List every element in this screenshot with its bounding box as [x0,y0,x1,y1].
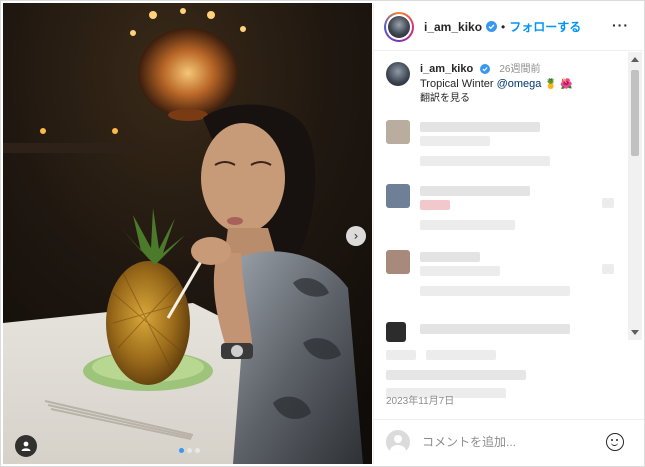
caption-emoji: 🍍 🌺 [544,79,573,90]
add-comment-bar [374,419,644,464]
translate-link[interactable]: 翻訳を見る [420,92,573,106]
post-photo[interactable]: › [3,3,372,464]
scroll-up-arrow-icon[interactable] [631,57,639,62]
post-modal: › i_am_kiko • フォローする ··· i_am_kiko 26週間前… [0,0,645,467]
next-arrow-icon: › [353,229,359,243]
next-image-button[interactable]: › [346,226,366,246]
comments-list[interactable]: i_am_kiko 26週間前 Tropical Winter @omega 🍍… [374,52,628,412]
caption-mention[interactable]: @omega [497,78,542,90]
caption-username[interactable]: i_am_kiko [420,63,473,75]
carousel-dot [187,448,192,453]
caption-time[interactable]: 26週間前 [499,64,540,75]
verified-badge-icon [486,21,498,32]
scroll-down-arrow-icon[interactable] [631,330,639,335]
carousel-dot [195,448,200,453]
user-avatar-icon [386,430,410,454]
tag-person-icon [21,441,31,451]
photo-illustration [3,3,372,464]
comment-avatar[interactable] [386,120,410,144]
follow-button[interactable]: フォローする [509,18,581,35]
author-avatar[interactable] [384,11,414,42]
post-date[interactable]: 2023年11月7日 [386,392,454,407]
comment-input[interactable] [422,435,602,449]
comment-avatar[interactable] [386,322,406,342]
caption-text: Tropical Winter @omega 🍍 🌺 [420,78,573,90]
header-separator: • [501,19,506,34]
post-header: i_am_kiko • フォローする ··· [374,3,643,51]
caption-avatar[interactable] [386,62,410,86]
more-options-icon[interactable]: ··· [612,17,629,33]
carousel-indicator [179,448,200,453]
carousel-dot [179,448,184,453]
comment-avatar[interactable] [386,250,410,274]
scrollbar-thumb[interactable] [631,70,639,156]
comments-scrollbar[interactable] [628,52,642,340]
emoji-icon[interactable] [606,433,624,451]
post-caption: i_am_kiko 26週間前 Tropical Winter @omega 🍍… [374,52,628,106]
comment-avatar[interactable] [386,184,410,208]
tagged-users-button[interactable] [15,435,37,457]
author-avatar-image [388,15,410,38]
author-username[interactable]: i_am_kiko [424,20,482,34]
verified-badge-icon [480,64,491,74]
post-side-panel: i_am_kiko • フォローする ··· i_am_kiko 26週間前 T… [373,3,644,464]
